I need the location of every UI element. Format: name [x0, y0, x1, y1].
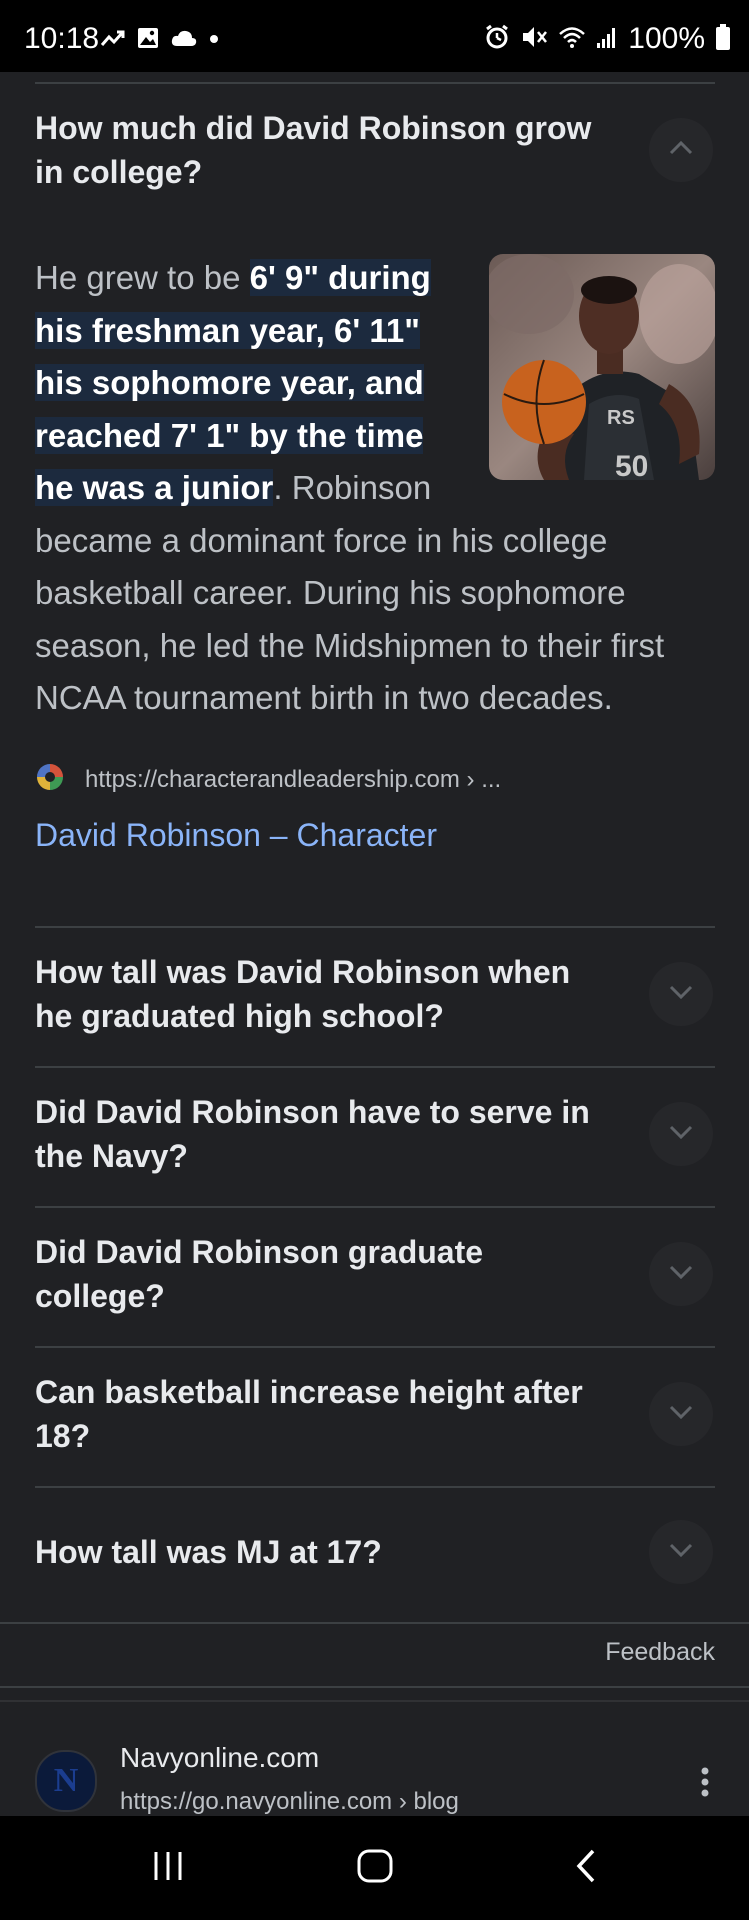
more-options-button[interactable]	[685, 1764, 725, 1804]
people-also-ask: How much did David Robinson grow in coll…	[0, 72, 749, 1816]
recent-apps-button[interactable]	[138, 1842, 198, 1894]
back-icon	[573, 1848, 599, 1889]
system-nav-bar	[0, 1816, 749, 1920]
faq-question-3[interactable]: Did David Robinson graduate college?	[35, 1230, 595, 1318]
logo-letter: N	[53, 1762, 79, 1799]
result-site-name[interactable]: Navyonline.com	[120, 1742, 319, 1774]
dot-icon	[208, 32, 220, 50]
divider	[35, 1486, 715, 1488]
recent-apps-icon	[150, 1849, 186, 1888]
answer-thumbnail[interactable]: RS 50	[489, 254, 715, 480]
faq-question-5[interactable]: How tall was MJ at 17?	[35, 1530, 595, 1574]
signal-icon	[596, 25, 618, 54]
source-title-link[interactable]: David Robinson – Character	[35, 817, 437, 854]
divider	[35, 82, 715, 84]
cloud-icon	[170, 28, 198, 53]
battery-percent: 100%	[628, 22, 705, 55]
faq-answer: RS 50 He grew to be 6' 9" during his fre…	[35, 252, 715, 725]
status-icons-right: 100%	[484, 22, 731, 56]
source-row[interactable]: https://characterandleadership.com › ...	[35, 762, 501, 797]
svg-text:RS: RS	[607, 407, 635, 429]
chevron-down-icon	[667, 1403, 695, 1426]
expand-button-1[interactable]	[649, 962, 713, 1026]
chevron-down-icon	[667, 1123, 695, 1146]
chevron-down-icon	[667, 983, 695, 1006]
site-favicon-icon	[35, 762, 65, 797]
collapse-button[interactable]	[649, 118, 713, 182]
trending-icon	[100, 27, 126, 54]
divider	[35, 1346, 715, 1348]
navyonline-logo[interactable]: N	[35, 1750, 97, 1812]
faq-question-4[interactable]: Can basketball increase height after 18?	[35, 1370, 595, 1458]
answer-rest-text: . Robinson became a dominant force in hi…	[35, 469, 665, 716]
battery-icon	[715, 23, 731, 56]
divider	[35, 1206, 715, 1208]
alarm-icon	[484, 24, 510, 55]
source-url: https://characterandleadership.com › ...	[85, 765, 502, 793]
chevron-down-icon	[667, 1263, 695, 1286]
chevron-up-icon	[667, 139, 695, 162]
home-icon	[356, 1848, 394, 1889]
answer-lead-text: He grew to be	[35, 259, 250, 296]
expand-button-5[interactable]	[649, 1520, 713, 1584]
divider	[35, 1066, 715, 1068]
expand-button-2[interactable]	[649, 1102, 713, 1166]
expand-button-4[interactable]	[649, 1382, 713, 1446]
divider	[0, 1686, 749, 1688]
home-button[interactable]	[345, 1842, 405, 1894]
section-separator	[0, 1700, 749, 1702]
back-button[interactable]	[556, 1842, 616, 1894]
more-vert-icon	[700, 1766, 710, 1803]
faq-question-1[interactable]: How tall was David Robinson when he grad…	[35, 950, 595, 1038]
status-time: 10:18	[24, 22, 100, 55]
svg-text:50: 50	[615, 450, 648, 480]
expand-button-3[interactable]	[649, 1242, 713, 1306]
gallery-icon	[136, 26, 160, 55]
mute-icon	[520, 24, 548, 55]
status-bar: 10:18 100%	[0, 0, 749, 72]
divider	[35, 926, 715, 928]
wifi-icon	[558, 24, 586, 55]
status-icons-left	[100, 26, 220, 55]
player-photo-image: RS 50	[489, 254, 715, 480]
feedback-link[interactable]: Feedback	[605, 1638, 715, 1667]
chevron-down-icon	[667, 1541, 695, 1564]
search-results-page: 10:18 100% How much did David Robinson g…	[0, 0, 749, 1920]
result-url[interactable]: https://go.navyonline.com › blog	[120, 1788, 459, 1816]
divider	[0, 1622, 749, 1624]
faq-question-2[interactable]: Did David Robinson have to serve in the …	[35, 1090, 595, 1178]
faq-question-expanded[interactable]: How much did David Robinson grow in coll…	[35, 106, 595, 194]
